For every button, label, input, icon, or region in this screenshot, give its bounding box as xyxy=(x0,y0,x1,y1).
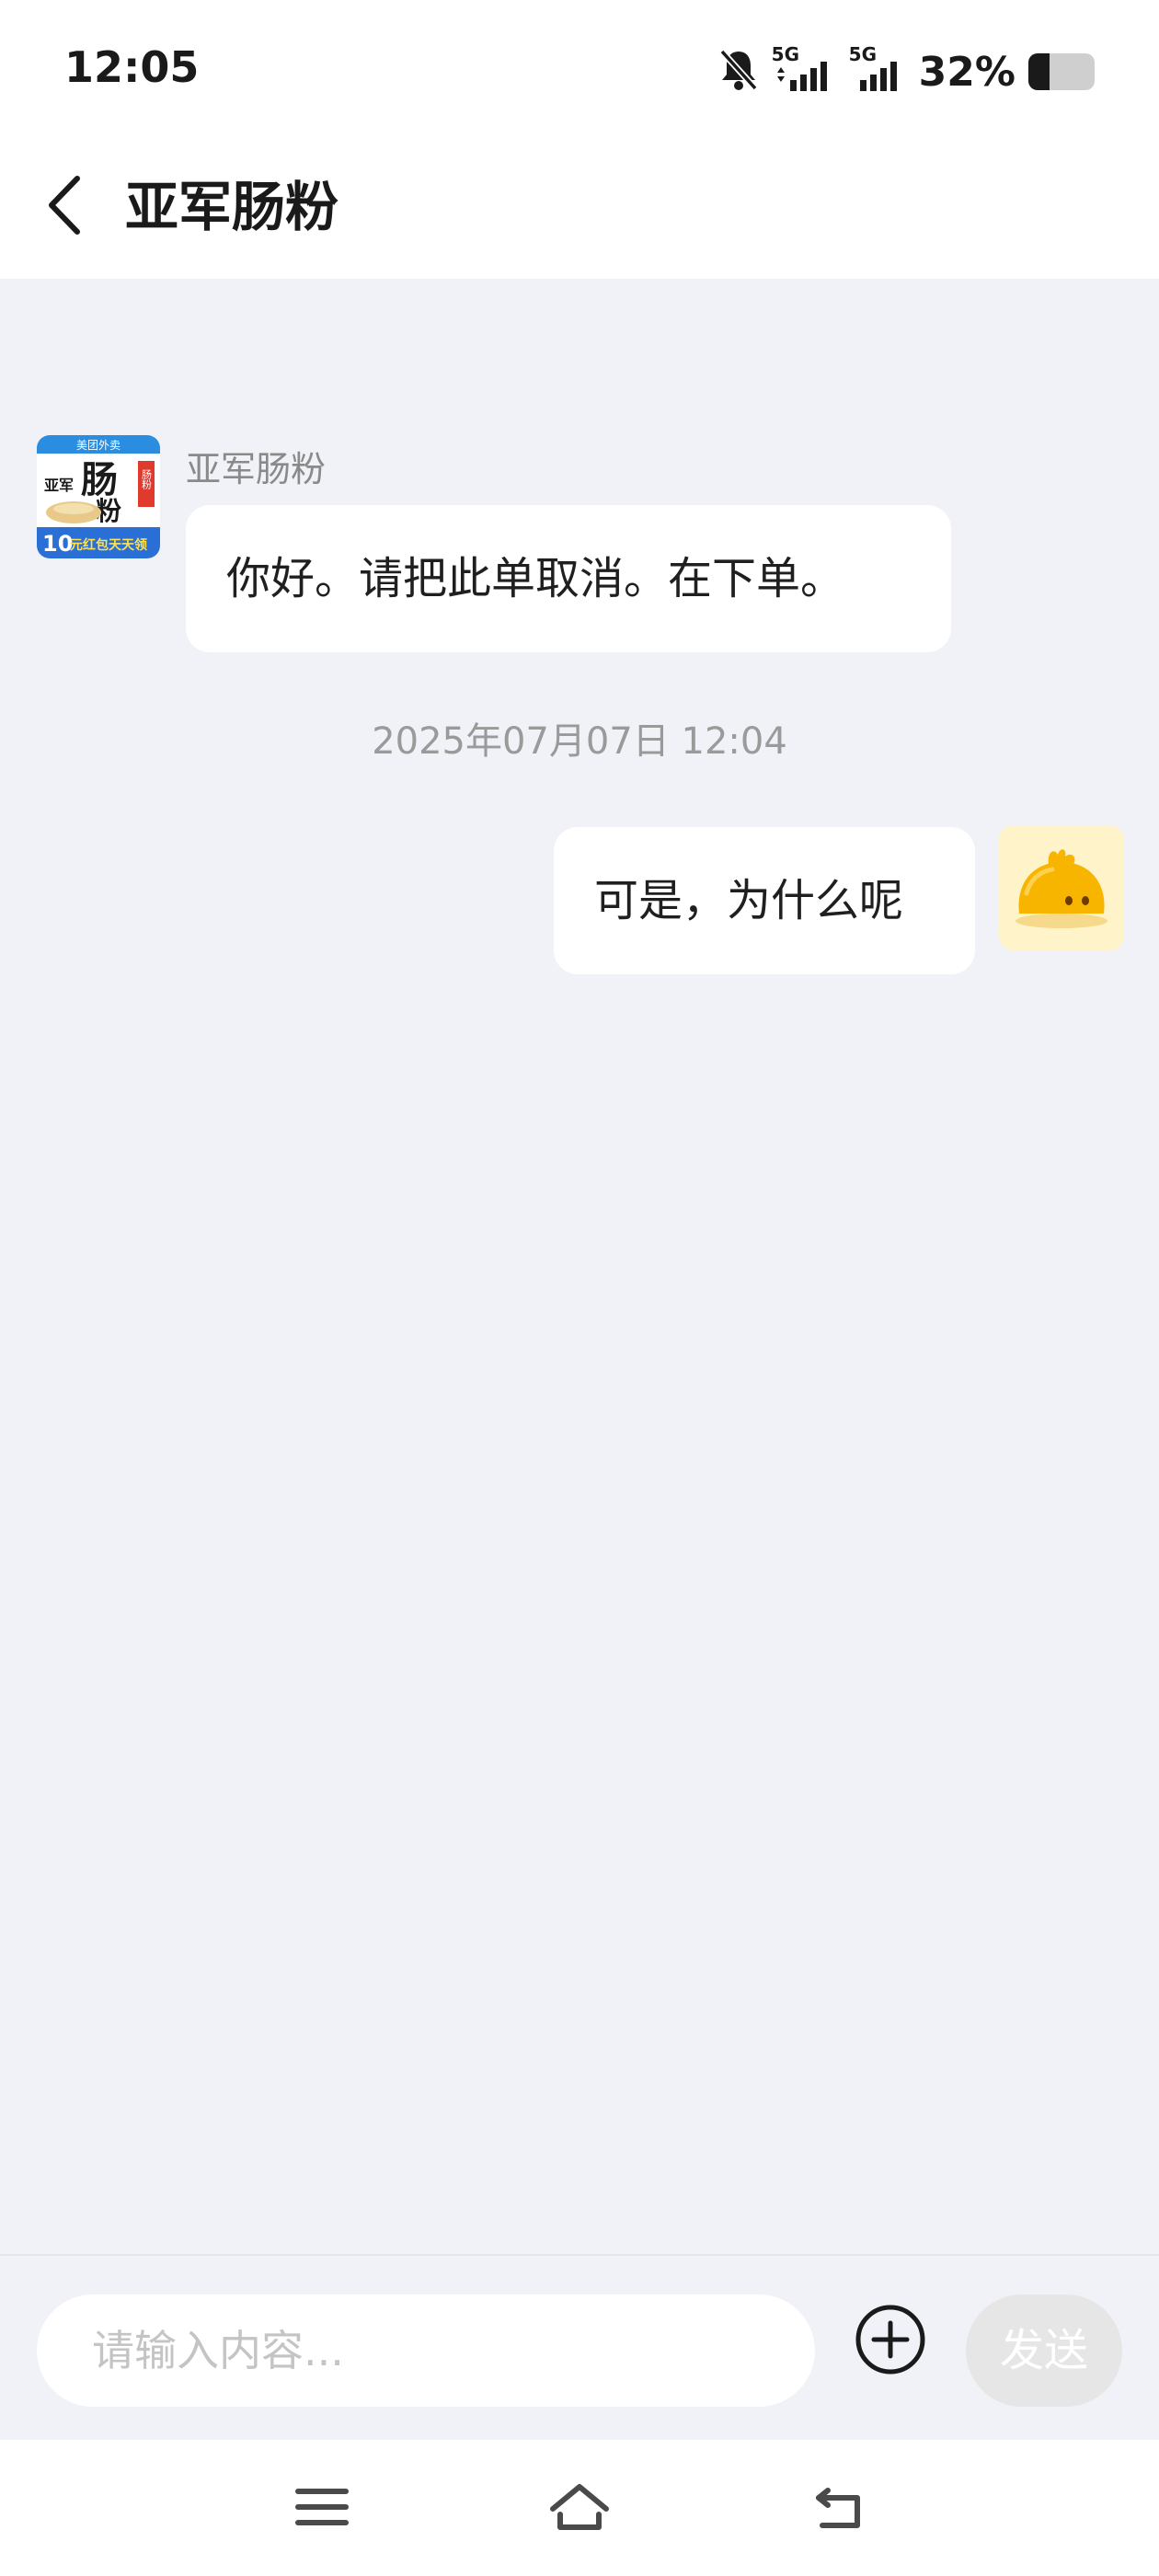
send-button[interactable]: 发送 xyxy=(966,2294,1122,2407)
incoming-message-bubble[interactable]: 你好。请把此单取消。在下单。 xyxy=(186,505,951,652)
system-navigation-bar xyxy=(0,2440,1159,2576)
signal-icon: 5G xyxy=(849,43,906,95)
battery-percent: 32% xyxy=(918,48,1016,96)
signal-icon: 5G xyxy=(772,43,836,95)
outgoing-message-bubble[interactable]: 可是，为什么呢 xyxy=(554,827,975,974)
message-input[interactable] xyxy=(37,2294,815,2407)
logo-top-text: 美团外卖 xyxy=(76,439,120,452)
bell-mute-icon xyxy=(718,48,759,96)
page-title: 亚军肠粉 xyxy=(125,176,339,238)
logo-bottom-number: 10 xyxy=(42,531,73,557)
chevron-left-icon xyxy=(44,173,85,241)
merchant-avatar[interactable]: 美团外卖 亚军 肠 粉 肠粉 10 元红包天天领 xyxy=(37,435,160,558)
logo-big-char-1: 肠 xyxy=(81,458,118,501)
status-bar: 12:05 5G 5G 32% xyxy=(0,0,1159,143)
message-timestamp: 2025年07月07日 12:04 xyxy=(372,720,787,763)
logo-brand-text: 亚军 xyxy=(44,477,74,494)
plus-circle-icon xyxy=(854,2303,927,2380)
nav-back-button[interactable] xyxy=(800,2477,874,2541)
chat-area[interactable]: 美团外卖 亚军 肠 粉 肠粉 10 元红包天天领 亚军肠粉 你好。请把此单取消。… xyxy=(0,279,1159,2254)
battery-icon xyxy=(1028,53,1095,90)
back-button[interactable] xyxy=(28,170,101,244)
menu-icon xyxy=(294,2484,350,2534)
sender-name: 亚军肠粉 xyxy=(186,449,327,489)
nav-menu-button[interactable] xyxy=(285,2477,359,2541)
mascot-avatar-icon xyxy=(999,825,1124,950)
logo-bottom-text: 元红包天天领 xyxy=(70,537,147,553)
attach-button[interactable] xyxy=(852,2303,929,2380)
status-time: 12:05 xyxy=(64,42,200,92)
back-icon xyxy=(809,2481,865,2536)
chat-header: 亚军肠粉 xyxy=(0,143,1159,279)
nav-home-button[interactable] xyxy=(543,2477,616,2541)
message-input-bar: 发送 xyxy=(0,2254,1159,2440)
merchant-logo-graphic: 美团外卖 亚军 肠 粉 肠粉 10 元红包天天领 xyxy=(37,435,160,558)
user-avatar[interactable] xyxy=(999,825,1124,950)
logo-red-badge: 肠粉 xyxy=(141,469,153,489)
status-icons: 5G 5G 32% xyxy=(718,43,1095,99)
home-icon xyxy=(547,2481,612,2536)
